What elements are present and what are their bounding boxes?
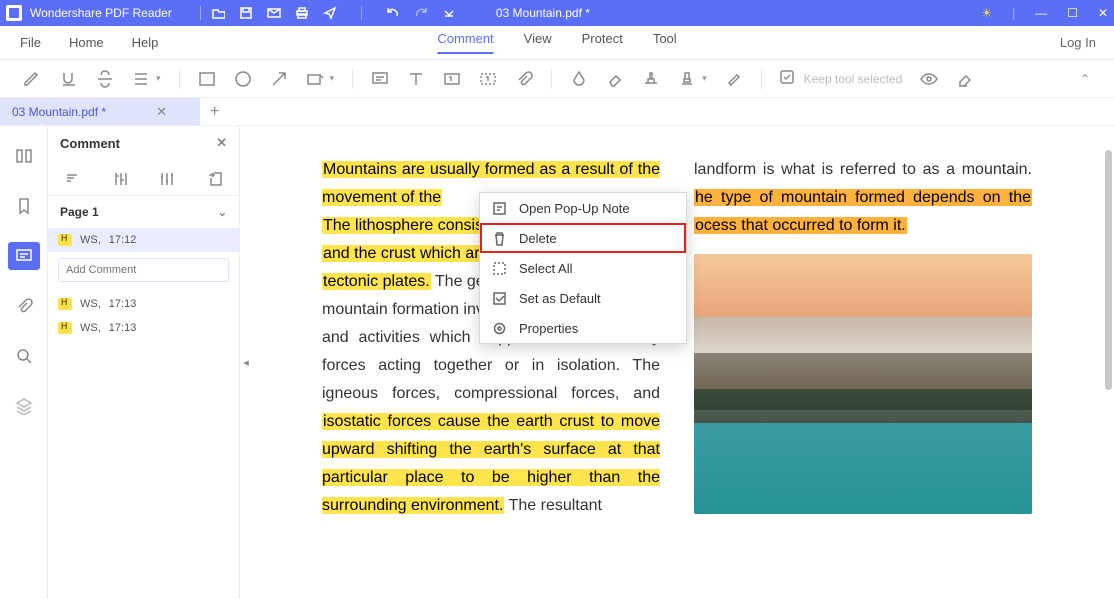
ctx-delete-icon [492, 231, 507, 246]
context-menu-item[interactable]: Set as Default [480, 283, 686, 313]
circle-icon[interactable] [234, 70, 252, 88]
minimize-icon[interactable]: — [1035, 6, 1047, 20]
comment-author: WS, [80, 322, 101, 334]
eraser-icon[interactable] [606, 70, 624, 88]
collapse-toolbar-icon[interactable]: ⌃ [1080, 72, 1090, 86]
export-icon[interactable] [207, 170, 223, 186]
ctx-properties-icon [492, 321, 507, 336]
rectangle-icon[interactable] [198, 70, 216, 88]
ctx-select-all-icon [492, 261, 507, 276]
ctx-label: Set as Default [519, 291, 601, 306]
menu-view[interactable]: View [524, 31, 552, 54]
comment-time: 17:13 [109, 298, 137, 310]
textfield-icon[interactable] [479, 70, 497, 88]
app-logo-icon [6, 5, 22, 21]
close-window-icon[interactable]: ✕ [1098, 6, 1108, 20]
eye-icon[interactable] [920, 70, 938, 88]
ctx-open-pop-up-note-icon [492, 201, 507, 216]
comment-author: WS, [80, 298, 101, 310]
mail-icon[interactable] [267, 6, 281, 20]
dropdown-icon[interactable] [442, 6, 456, 20]
attach-icon[interactable] [515, 70, 533, 88]
new-tab-button[interactable]: + [200, 103, 229, 121]
comment-item[interactable]: WS, 17:12 [48, 228, 239, 252]
rail-thumbnails[interactable] [8, 142, 40, 170]
list-icon[interactable] [132, 70, 150, 88]
undo-icon[interactable] [386, 6, 400, 20]
mountain-image [694, 254, 1032, 514]
maximize-icon[interactable]: ☐ [1067, 6, 1078, 20]
menu-protect[interactable]: Protect [582, 31, 623, 54]
tab-label: 03 Mountain.pdf * [12, 105, 106, 119]
rail-attachments[interactable] [8, 292, 40, 320]
redo-icon[interactable] [414, 6, 428, 20]
highlight-badge-icon [58, 298, 72, 310]
context-menu-item[interactable]: Properties [480, 313, 686, 343]
document-tab[interactable]: 03 Mountain.pdf * ✕ [0, 98, 200, 125]
panel-title: Comment [60, 136, 120, 151]
ctx-label: Open Pop-Up Note [519, 201, 630, 216]
title-doc-name: 03 Mountain.pdf * [496, 6, 590, 20]
add-comment-input[interactable] [58, 258, 229, 282]
highlight-badge-icon [58, 234, 72, 246]
sort-icon[interactable] [64, 170, 80, 186]
settings-icon[interactable] [159, 170, 175, 186]
collapse-left-icon[interactable]: ◂ [240, 126, 252, 599]
underline-icon[interactable] [60, 70, 78, 88]
comment-item[interactable]: WS, 17:13 [48, 292, 239, 316]
comment-author: WS, [80, 234, 101, 246]
text-icon[interactable] [407, 70, 425, 88]
scrollbar-thumb[interactable] [1105, 150, 1112, 390]
print-icon[interactable] [295, 6, 309, 20]
context-menu-item[interactable]: Open Pop-Up Note [480, 193, 686, 223]
textbox-icon[interactable] [443, 70, 461, 88]
theme-icon[interactable]: ☀ [981, 6, 992, 20]
ink-icon[interactable] [570, 70, 588, 88]
login-link[interactable]: Log In [1060, 35, 1114, 50]
rail-comments[interactable] [8, 242, 40, 270]
doc-column-right: landform is what is referred to as a mou… [694, 156, 1032, 599]
rail-layers[interactable] [8, 392, 40, 420]
comment-time: 17:12 [109, 234, 137, 246]
menu-comment[interactable]: Comment [437, 31, 493, 54]
menu-tool[interactable]: Tool [653, 31, 677, 54]
keep-tool-toggle[interactable]: Keep tool selected [780, 70, 903, 88]
stamp-icon[interactable] [642, 70, 660, 88]
arrow-icon[interactable] [270, 70, 288, 88]
context-menu-item[interactable]: Delete [480, 223, 686, 253]
page-label: Page 1 [60, 205, 99, 219]
comment-item[interactable]: WS, 17:13 [48, 316, 239, 340]
share-icon[interactable] [323, 6, 337, 20]
menu-help[interactable]: Help [132, 35, 159, 50]
ctx-label: Delete [519, 231, 557, 246]
context-menu-item[interactable]: Select All [480, 253, 686, 283]
rail-bookmarks[interactable] [8, 192, 40, 220]
ctx-label: Select All [519, 261, 572, 276]
draw-icon[interactable] [725, 70, 743, 88]
strikethrough-icon[interactable] [96, 70, 114, 88]
context-menu: Open Pop-Up Note Delete Select All Set as D… [479, 192, 687, 344]
filter-icon[interactable] [112, 170, 128, 186]
rail-search[interactable] [8, 342, 40, 370]
shape-icon[interactable] [306, 70, 324, 88]
pen-icon[interactable] [24, 70, 42, 88]
app-name: Wondershare PDF Reader [30, 6, 172, 20]
signature-icon[interactable] [678, 70, 696, 88]
save-icon[interactable] [239, 6, 253, 20]
ctx-label: Properties [519, 321, 578, 336]
page-collapse-icon[interactable]: ⌄ [218, 206, 227, 219]
tab-close-icon[interactable]: ✕ [156, 104, 167, 120]
panel-close-icon[interactable]: ✕ [216, 135, 227, 151]
ctx-set-as-default-icon [492, 291, 507, 306]
comment-time: 17:13 [109, 322, 137, 334]
open-file-icon[interactable] [211, 6, 225, 20]
note-icon[interactable] [371, 70, 389, 88]
menu-file[interactable]: File [20, 35, 41, 50]
highlight-badge-icon [58, 322, 72, 334]
menu-home[interactable]: Home [69, 35, 104, 50]
erase-all-icon[interactable] [956, 70, 974, 88]
